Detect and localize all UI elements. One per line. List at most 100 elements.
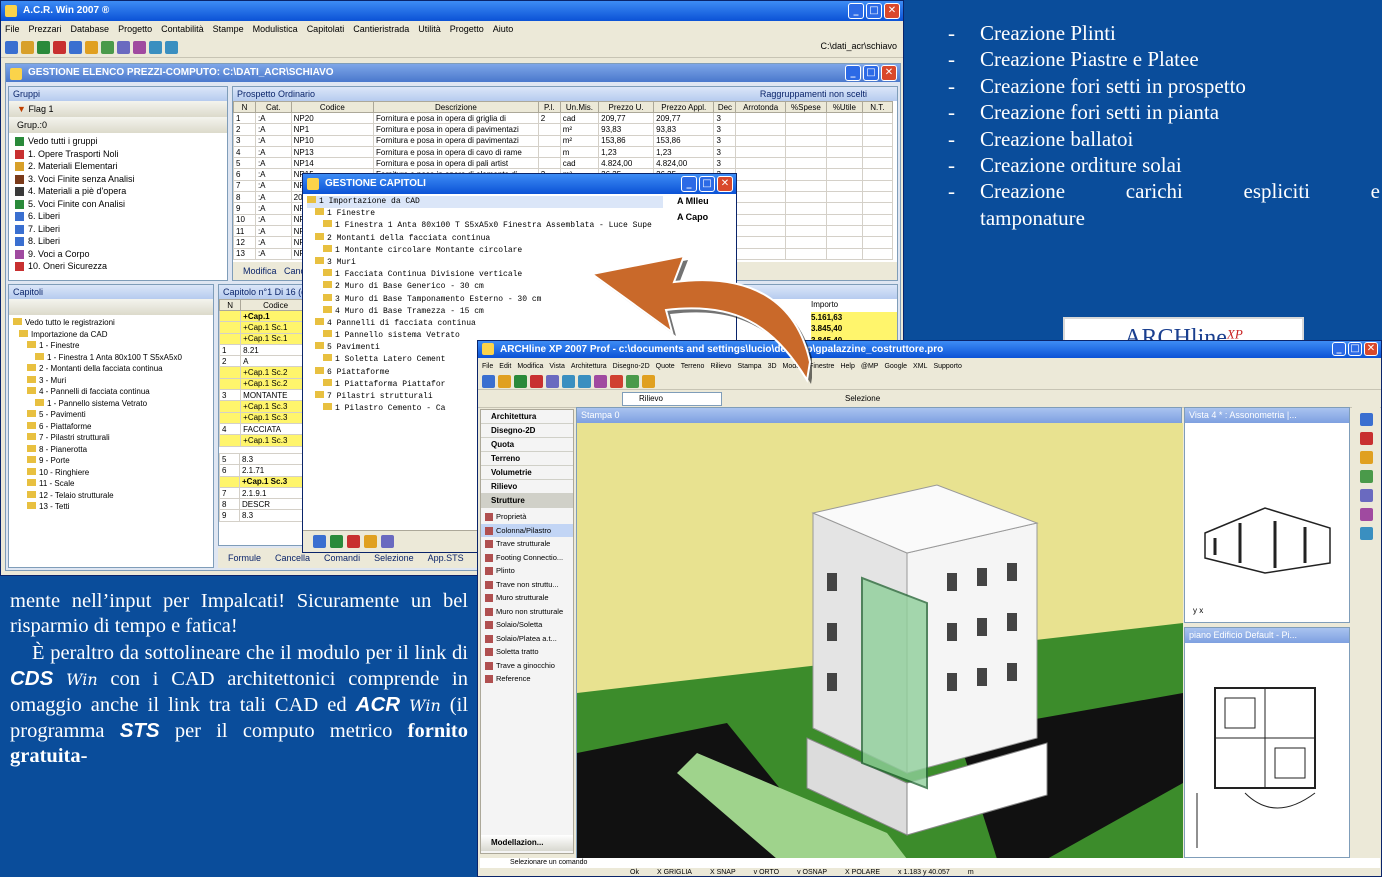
menu-item[interactable]: Progetto [118, 24, 152, 34]
flag-select[interactable]: Flag 1 [28, 104, 53, 114]
view-icon[interactable] [1359, 413, 1373, 426]
column-header[interactable]: N [219, 299, 242, 311]
table-row[interactable]: +Cap.1 Sc.2 [219, 377, 311, 391]
tool-item[interactable]: Muro non strutturale [481, 605, 573, 619]
tool-item[interactable]: Colonna/Pilastro [481, 523, 573, 537]
close-button[interactable]: ✕ [884, 3, 900, 19]
table-row[interactable]: 3:A NP10 Fornitura e posa in opera di pavi… [233, 134, 894, 147]
group-item[interactable]: Vedo tutti i gruppi [15, 135, 227, 148]
group-item[interactable]: 9. Voci a Corpo [15, 248, 227, 261]
tree-item[interactable]: 3 - Muri [13, 375, 213, 387]
group-item[interactable]: 6. Liberi [15, 210, 227, 223]
table-row[interactable]: +Cap.1 Sc.1 [219, 332, 311, 345]
undo-icon[interactable] [562, 374, 575, 388]
copy-icon[interactable] [546, 374, 559, 388]
view2-header[interactable]: Vista 4 * : Assonometria |... [1185, 408, 1349, 423]
table-row[interactable]: +Cap.1 [219, 309, 311, 323]
move-icon[interactable] [381, 535, 394, 548]
open-icon[interactable] [498, 374, 511, 388]
prices-filter[interactable]: Raggruppamenti non scelti [760, 87, 867, 101]
column-header[interactable]: Codice [240, 299, 311, 311]
menu-item[interactable]: Edit [499, 363, 511, 370]
table-row[interactable]: +Cap.1 Sc.3 [219, 434, 311, 447]
category-tab[interactable]: Volumetrie [481, 466, 573, 480]
tree-item[interactable]: Vedo tutto le registrazioni [13, 317, 213, 329]
table-row[interactable]: 1 8.21 [219, 343, 311, 357]
tool-item[interactable]: Trave strutturale [481, 537, 573, 551]
maximize-button[interactable]: □ [1348, 342, 1362, 356]
side-button[interactable]: A Capo [677, 212, 733, 228]
minimize-button[interactable]: _ [681, 176, 697, 192]
category-tab[interactable]: Strutture [481, 494, 573, 508]
menu-item[interactable]: Prezzari [29, 24, 62, 34]
column-header[interactable]: %Utile [826, 101, 863, 113]
group-item[interactable]: 7. Liberi [15, 223, 227, 236]
menu-item[interactable]: Stampe [213, 24, 244, 34]
column-header[interactable]: N.T. [861, 101, 894, 113]
tree-item[interactable]: 13 - Tetti [13, 501, 213, 513]
category-tab[interactable]: Architettura [481, 410, 573, 424]
save-icon[interactable] [37, 41, 50, 54]
acr-titlebar[interactable]: A.C.R. Win 2007 ® _ □ ✕ [1, 1, 903, 21]
group-item[interactable]: 2. Materiali Elementari [15, 160, 227, 173]
status-toggle[interactable]: m [968, 869, 974, 876]
menu-item[interactable]: Vista [549, 363, 564, 370]
tree-item[interactable]: 7 - Pilastri strutturali [13, 432, 213, 444]
status-toggle[interactable]: X GRIGLIA [657, 869, 692, 876]
side-button[interactable]: A Mlleu [677, 196, 733, 212]
capitoli-titlebar[interactable]: GESTIONE CAPITOLI _ □ ✕ [303, 174, 736, 194]
tool-item[interactable]: Footing Connectio... [481, 551, 573, 565]
tree-item[interactable]: 8 - Pianerotta [13, 444, 213, 456]
delete-icon[interactable] [347, 535, 360, 548]
column-header[interactable]: Arrotonda [735, 101, 786, 113]
folder-icon[interactable] [85, 41, 98, 54]
menu-item[interactable]: Cantieristrada [353, 24, 409, 34]
redo-icon[interactable] [165, 41, 178, 54]
tree-item[interactable]: 9 - Porte [13, 455, 213, 467]
tree-item[interactable]: 12 - Telaio strutturale [13, 490, 213, 502]
tree-item[interactable]: 6 - Piattaforme [13, 421, 213, 433]
column-header[interactable]: %Spese [784, 101, 828, 113]
column-header[interactable]: Descrizione [373, 101, 539, 113]
tree-item[interactable]: 11 - Scale [13, 478, 213, 490]
bottom-button[interactable]: Cancella [275, 553, 310, 563]
tree-item[interactable]: 5 - Pavimenti [13, 409, 213, 421]
chapters-toolbar[interactable] [9, 299, 213, 315]
bottom-button[interactable]: Formule [228, 553, 261, 563]
table-row[interactable]: +Cap.1 Sc.1 [219, 321, 311, 334]
camera-icon[interactable] [1359, 508, 1373, 521]
group-item[interactable]: 4. Materiali a piè d'opera [15, 185, 227, 198]
status-toggle[interactable]: v ORTO [754, 869, 779, 876]
status-toggle[interactable]: X SNAP [710, 869, 736, 876]
close-button[interactable]: ✕ [717, 176, 733, 192]
tree-item[interactable]: 1 - Finestra 1 Anta 80x100 T S5xA5x0 [13, 352, 213, 364]
table-row[interactable]: +Cap.1 Sc.3 [219, 400, 311, 413]
bottom-button[interactable]: App.STS [428, 553, 464, 563]
table-row[interactable]: 1:A NP20 Fornitura e posa in opera di grig… [233, 111, 894, 125]
table-row[interactable]: 5:A NP14 Fornitura e posa in opera di pali… [233, 157, 894, 170]
table-row[interactable]: 4:A NP13 Fornitura e posa in opera di cavo… [233, 145, 894, 159]
menu-item[interactable]: Progetto [450, 24, 484, 34]
modifica-button[interactable]: Modifica [243, 266, 277, 276]
category-tab[interactable]: Quota [481, 438, 573, 452]
menu-item[interactable]: Capitolati [307, 24, 345, 34]
column-header[interactable]: Dec [713, 101, 737, 113]
column-header[interactable]: Prezzo U. [598, 101, 655, 113]
open-icon[interactable] [21, 41, 34, 54]
minimize-button[interactable]: _ [845, 65, 861, 81]
menu-item[interactable]: @MP [861, 363, 879, 370]
menu-item[interactable]: Modifica [517, 363, 543, 370]
selection-label[interactable]: Selezione [845, 394, 880, 403]
tools-icon[interactable] [133, 41, 146, 54]
menu-item[interactable]: XML [913, 363, 927, 370]
menu-item[interactable]: File [5, 24, 20, 34]
column-header[interactable]: Cat. [254, 101, 292, 113]
group-item[interactable]: 10. Oneri Sicurezza [15, 260, 227, 273]
chapter-line[interactable]: 1 Importazione da CAD [307, 196, 663, 209]
table-icon[interactable] [69, 41, 82, 54]
table-row[interactable]: 4 FACCIATA [219, 422, 311, 436]
render-icon[interactable] [1359, 527, 1373, 540]
menu-item[interactable]: Modulistica [253, 24, 298, 34]
group-item[interactable]: 8. Liberi [15, 235, 227, 248]
maximize-button[interactable]: □ [699, 176, 715, 192]
